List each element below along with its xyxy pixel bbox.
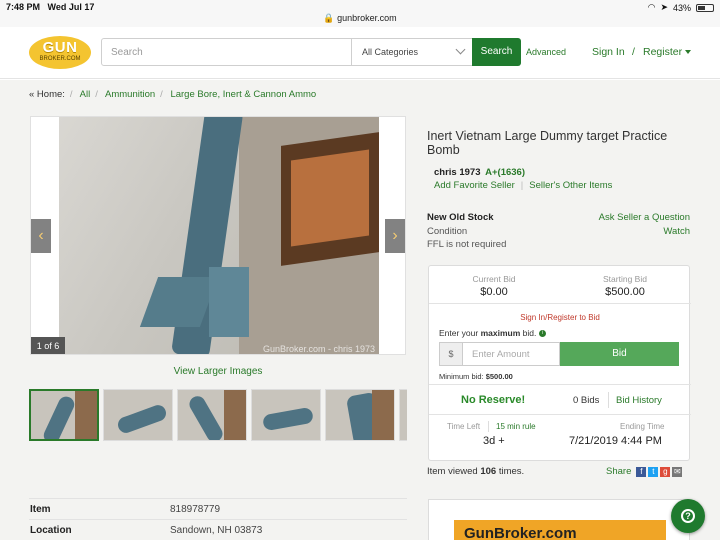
lock-icon: 🔒: [323, 13, 335, 23]
ffl-note: FFL is not required: [427, 239, 507, 250]
detail-value: 818978779: [170, 504, 221, 515]
url-bar[interactable]: 🔒 gunbroker.com: [0, 13, 720, 27]
chevron-right-icon: ›: [392, 227, 398, 244]
bomb-photo[interactable]: GunBroker.com - chris 1973: [59, 117, 379, 354]
condition-label: Condition: [427, 225, 468, 237]
category-select[interactable]: All Categories: [351, 39, 472, 65]
info-icon[interactable]: i: [538, 330, 546, 338]
view-larger-images-link[interactable]: View Larger Images: [30, 366, 406, 377]
twitter-icon[interactable]: t: [648, 466, 659, 477]
ending-time-label: Ending Time: [620, 422, 665, 431]
watch-link[interactable]: Watch: [599, 225, 690, 239]
sellers-other-items-link[interactable]: Seller's Other Items: [529, 180, 612, 191]
current-bid: Current Bid $0.00: [472, 274, 516, 298]
location-icon: ➤: [660, 2, 668, 12]
battery-icon: [696, 3, 714, 12]
detail-row: Location Sandown, NH 03873: [29, 519, 407, 540]
seller-actions: Ask Seller a Question Watch: [599, 211, 690, 238]
search-button[interactable]: Search: [472, 38, 521, 66]
ask-seller-link[interactable]: Ask Seller a Question: [599, 211, 690, 225]
condition-block: New Old Stock Condition FFL is not requi…: [427, 211, 506, 252]
status-right: ◠ ➤ 43%: [648, 2, 714, 13]
header-slash: /: [632, 46, 635, 58]
breadcrumb-large-bore[interactable]: Large Bore, Inert & Cannon Ammo: [170, 89, 316, 100]
register-link[interactable]: Register: [643, 46, 692, 58]
time-left-value: 3d +: [483, 435, 505, 447]
prev-image-button[interactable]: ‹: [31, 219, 51, 253]
listing-title: Inert Vietnam Large Dummy target Practic…: [427, 129, 668, 157]
detail-key: Item: [30, 504, 51, 515]
seller-links: Add Favorite Seller | Seller's Other Items: [434, 180, 613, 191]
ad-banner[interactable]: GunBroker.com: [454, 520, 666, 540]
thumbnail[interactable]: [29, 389, 99, 441]
view-count: Item viewed 106 times.: [427, 466, 525, 477]
enter-max-bid-label: Enter your maximum bid. i: [439, 328, 546, 338]
question-icon: ?: [681, 509, 695, 523]
breadcrumb: « Home: / All / Ammunition / Large Bore, In…: [29, 89, 317, 100]
no-reserve-label: No Reserve!: [461, 394, 526, 406]
starting-bid: Starting Bid $500.00: [603, 274, 647, 298]
status-time: 7:48 PM Wed Jul 17: [6, 2, 95, 12]
time-left-label: Time Left: [447, 422, 481, 431]
thumbnail[interactable]: [103, 389, 173, 441]
bid-history-link[interactable]: Bid History: [616, 395, 662, 406]
seller-info: chris 1973 A+(1636): [434, 167, 525, 178]
next-image-button[interactable]: ›: [385, 219, 405, 253]
fifteen-min-rule-link[interactable]: 15 min rule: [496, 422, 536, 431]
bid-box: Current Bid $0.00 Starting Bid $500.00 S…: [428, 265, 691, 461]
site-header: GUN BROKER.COM All Categories Search Adv…: [0, 27, 720, 79]
add-favorite-seller-link[interactable]: Add Favorite Seller: [434, 180, 515, 191]
ios-status-bar: 7:48 PM Wed Jul 17 ◠ ➤ 43%: [0, 0, 720, 13]
wifi-icon: ◠: [647, 2, 656, 12]
detail-value: Sandown, NH 03873: [170, 525, 263, 536]
bid-summary: Current Bid $0.00 Starting Bid $500.00: [429, 266, 691, 304]
item-details-table: Item 818978779 Location Sandown, NH 0387…: [29, 498, 407, 540]
help-button[interactable]: ?: [671, 499, 705, 533]
thumbnail[interactable]: [325, 389, 395, 441]
ending-time-value: 7/21/2019 4:44 PM: [569, 435, 662, 447]
thumbnail[interactable]: [177, 389, 247, 441]
gunbroker-logo[interactable]: GUN BROKER.COM: [29, 36, 91, 69]
battery-percent: 43%: [672, 2, 691, 13]
sign-in-register-to-bid-link[interactable]: Sign In/Register to Bid: [429, 313, 691, 322]
search-input[interactable]: [102, 39, 351, 65]
seller-name[interactable]: chris 1973: [434, 167, 480, 178]
page-body: « Home: / All / Ammunition / Large Bore, In…: [0, 80, 720, 540]
bid-button[interactable]: Bid: [560, 342, 679, 366]
share-bar: Share f t g ✉: [606, 466, 683, 477]
caret-down-icon: [685, 50, 692, 55]
main-image-viewer[interactable]: GunBroker.com - chris 1973 ‹ › 1 of 6: [30, 116, 406, 355]
breadcrumb-ammunition[interactable]: Ammunition: [105, 89, 155, 100]
condition-value: New Old Stock: [427, 212, 494, 223]
dollar-prefix: $: [439, 342, 463, 366]
facebook-icon[interactable]: f: [636, 466, 647, 477]
thumbnail[interactable]: [399, 389, 407, 441]
breadcrumb-home[interactable]: « Home:: [29, 89, 65, 100]
bid-count: 0 Bids: [573, 395, 600, 406]
search-bar: All Categories Search: [101, 38, 521, 66]
breadcrumb-all[interactable]: All: [80, 89, 91, 100]
url-text: gunbroker.com: [337, 13, 397, 23]
chevron-left-icon: ‹: [38, 227, 44, 244]
ad-box[interactable]: GunBroker.com: [428, 499, 690, 540]
detail-key: Location: [30, 525, 72, 536]
bid-amount-input[interactable]: [463, 342, 560, 366]
bid-entry-row: $ Bid: [439, 342, 679, 366]
thumbnail-strip: [29, 389, 407, 443]
image-counter: 1 of 6: [31, 337, 65, 354]
thumbnail[interactable]: [251, 389, 321, 441]
detail-row: Item 818978779: [29, 498, 407, 519]
seller-rating[interactable]: A+(1636): [485, 167, 525, 178]
sign-in-link[interactable]: Sign In: [592, 46, 625, 58]
email-icon[interactable]: ✉: [672, 466, 683, 477]
google-plus-icon[interactable]: g: [660, 466, 671, 477]
share-label: Share: [606, 466, 632, 477]
minimum-bid: Minimum bid: $500.00: [439, 372, 513, 381]
advanced-search-link[interactable]: Advanced: [526, 47, 566, 57]
image-watermark: GunBroker.com - chris 1973: [262, 344, 375, 354]
chevron-down-icon: [455, 44, 466, 55]
